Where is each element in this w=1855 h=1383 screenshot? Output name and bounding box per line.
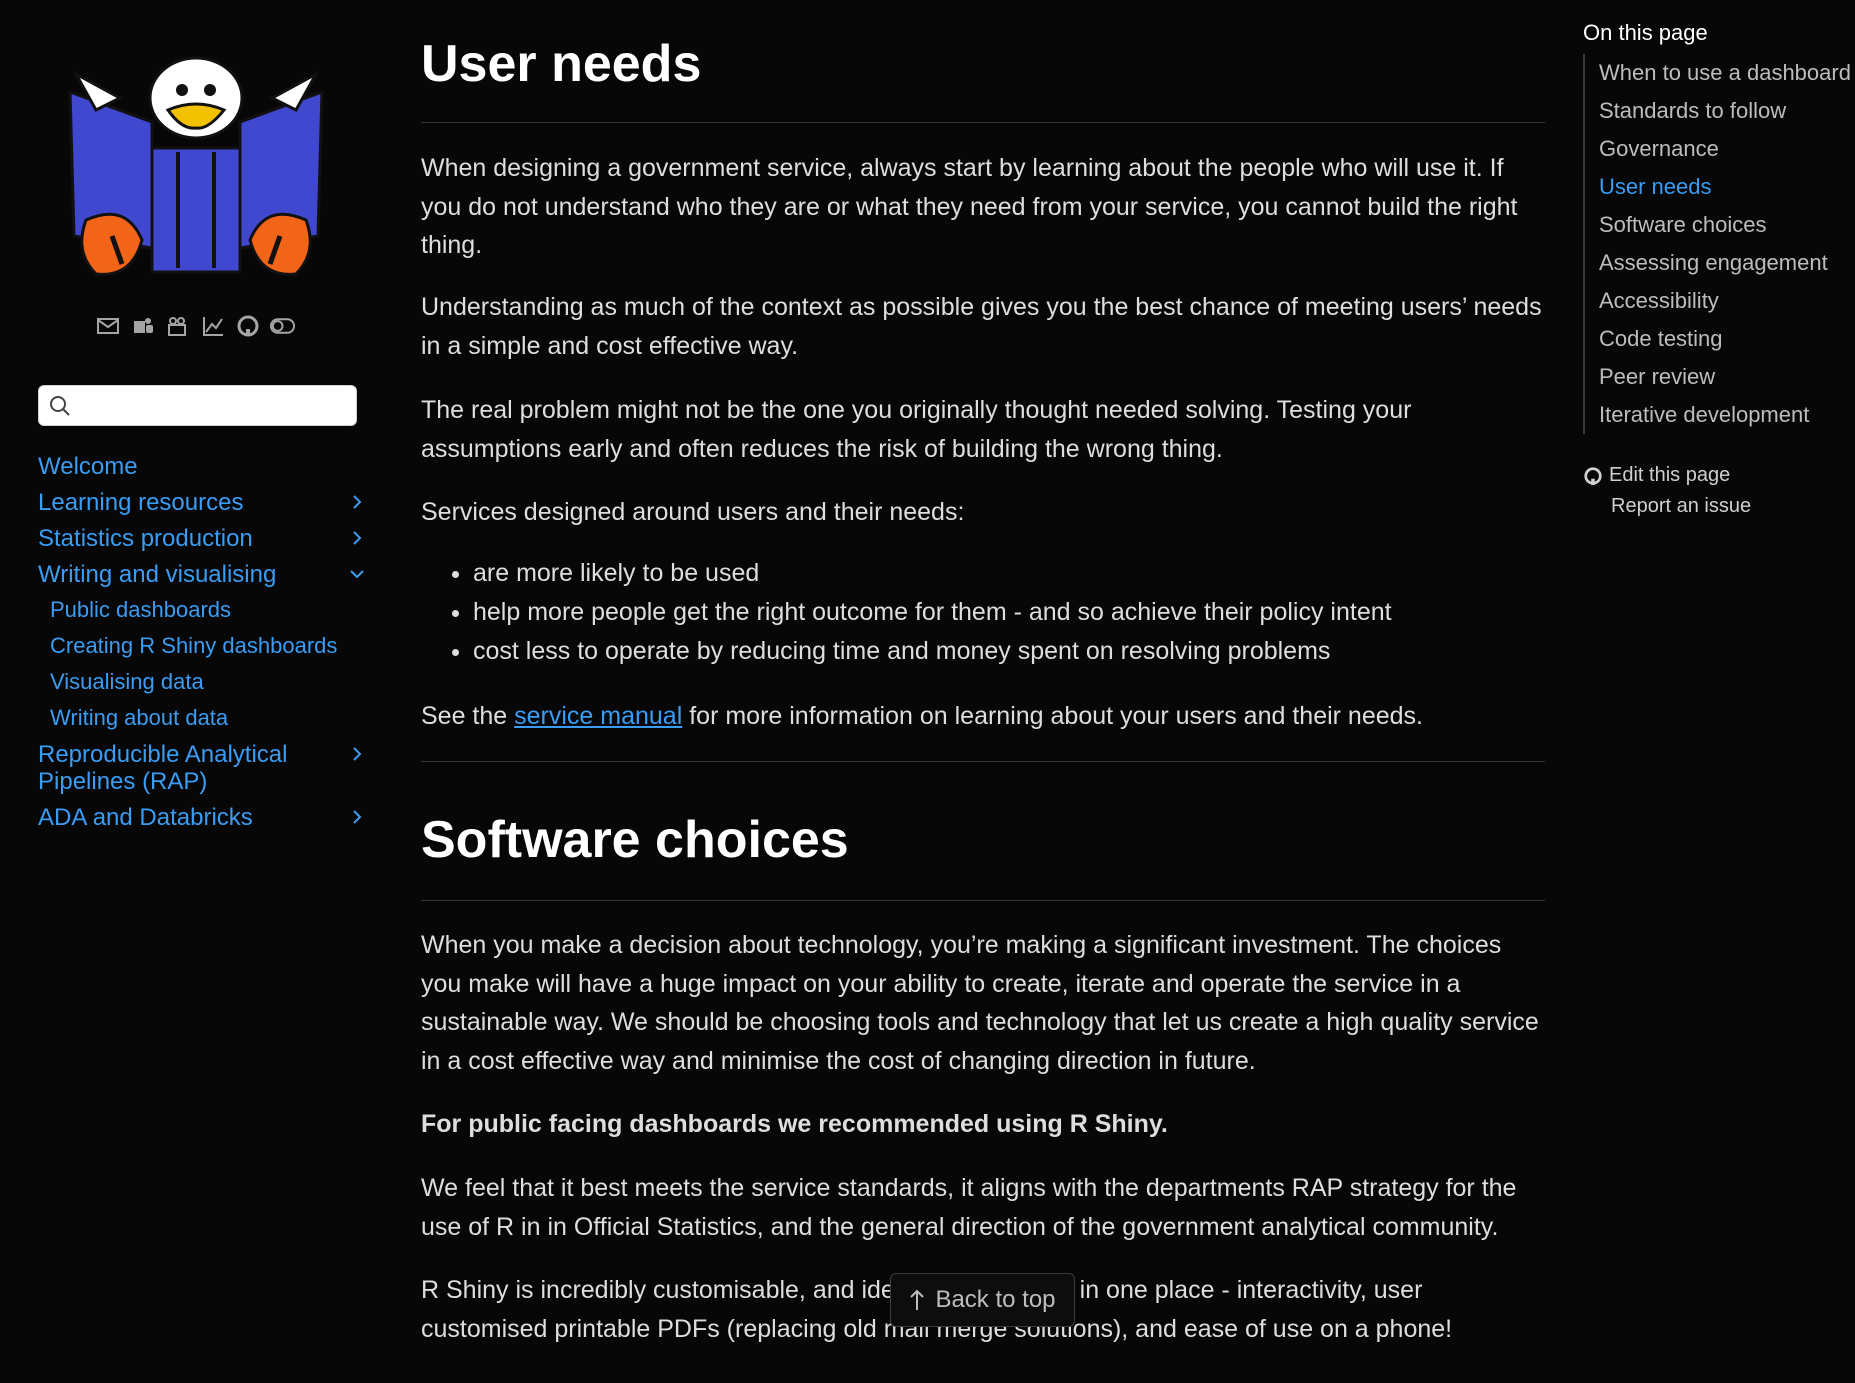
chevron-right-icon[interactable] <box>346 491 368 513</box>
sidebar-item-label: Statistics production <box>38 525 253 552</box>
paragraph: For public facing dashboards we recommen… <box>421 1105 1545 1144</box>
service-manual-link[interactable]: service manual <box>514 702 682 730</box>
paragraph: Understanding as much of the context as … <box>421 293 1542 360</box>
toc-item[interactable]: Standards to follow <box>1599 92 1855 130</box>
chevron-down-icon[interactable] <box>346 563 368 585</box>
sidebar-subitem-writing-about-data[interactable]: Writing about data <box>50 705 368 731</box>
search-input[interactable] <box>79 387 356 424</box>
sidebar-item-label: Learning resources <box>38 489 244 516</box>
paragraph: When designing a government service, alw… <box>421 154 1518 259</box>
toc-item[interactable]: When to use a dashboard <box>1599 54 1855 92</box>
duck-reading-book-logo[interactable] <box>56 52 336 312</box>
video-icon[interactable] <box>165 313 190 338</box>
toc-item[interactable]: Assessing engagement <box>1599 244 1855 282</box>
divider <box>421 761 1545 762</box>
sidebar-item-writing-visualising[interactable]: Writing and visualising <box>38 561 368 588</box>
toc-list: When to use a dashboard Standards to fol… <box>1583 54 1855 434</box>
sidebar-subitem-creating-shiny[interactable]: Creating R Shiny dashboards <box>50 633 368 659</box>
sidebar-subnav: Public dashboards Creating R Shiny dashb… <box>50 597 368 731</box>
divider <box>421 900 1545 901</box>
report-issue-link[interactable]: Report an issue <box>1583 491 1855 522</box>
arrow-up-icon <box>910 1289 925 1310</box>
chevron-right-icon[interactable] <box>346 806 368 828</box>
sidebar-item-welcome[interactable]: Welcome <box>38 453 368 480</box>
toggle-icon[interactable] <box>270 313 295 338</box>
chevron-right-icon[interactable] <box>346 743 368 765</box>
divider <box>421 122 1545 123</box>
bold-text: For public facing dashboards we recommen… <box>421 1110 1168 1138</box>
toc-item[interactable]: Peer review <box>1599 358 1855 396</box>
list-item: are more likely to be used <box>473 554 1545 593</box>
chart-icon[interactable] <box>200 313 225 338</box>
sidebar-subitem-visualising-data[interactable]: Visualising data <box>50 669 368 695</box>
section-title-software-choices: Software choices <box>421 811 849 869</box>
toc-item-active[interactable]: User needs <box>1599 168 1855 206</box>
sidebar-item-label: Reproducible Analytical Pipelines (RAP) <box>38 741 288 795</box>
paragraph: When you make a decision about technolog… <box>421 931 1539 1075</box>
sidebar-subitem-public-dashboards[interactable]: Public dashboards <box>50 597 368 623</box>
toc-item[interactable]: Accessibility <box>1599 282 1855 320</box>
social-icons <box>95 313 295 338</box>
back-to-top-button[interactable]: Back to top <box>890 1273 1075 1327</box>
toc-item[interactable]: Iterative development <box>1599 396 1855 434</box>
edit-page-link[interactable]: Edit this page <box>1583 460 1855 491</box>
sidebar-item-learning-resources[interactable]: Learning resources <box>38 489 368 516</box>
sidebar-item-rap[interactable]: Reproducible Analytical Pipelines (RAP) <box>38 741 368 795</box>
envelope-icon[interactable] <box>95 313 120 338</box>
github-icon[interactable] <box>235 313 260 338</box>
back-to-top-label: Back to top <box>935 1286 1056 1313</box>
list-item: help more people get the right outcome f… <box>473 593 1545 632</box>
text: for more information on learning about y… <box>682 702 1423 730</box>
sidebar-item-ada[interactable]: ADA and Databricks <box>38 804 368 831</box>
text: See the <box>421 702 515 730</box>
table-of-contents: On this page When to use a dashboard Sta… <box>1583 20 1855 522</box>
teams-icon[interactable] <box>130 313 155 338</box>
bullet-list: are more likely to be used help more peo… <box>421 554 1545 671</box>
sidebar-item-label: Writing and visualising <box>38 561 277 588</box>
sidebar: Welcome Learning resources Statistics pr… <box>0 0 400 1383</box>
toc-item[interactable]: Software choices <box>1599 206 1855 244</box>
sidebar-item-statistics-production[interactable]: Statistics production <box>38 525 368 552</box>
toc-item[interactable]: Governance <box>1599 130 1855 168</box>
paragraph: Services designed around users and their… <box>421 498 965 526</box>
paragraph: See the service manual for more informat… <box>421 697 1545 736</box>
chevron-right-icon[interactable] <box>346 527 368 549</box>
toc-actions: Edit this page Report an issue <box>1583 460 1855 522</box>
toc-item[interactable]: Code testing <box>1599 320 1855 358</box>
sidebar-item-label: ADA and Databricks <box>38 804 253 831</box>
sidebar-nav: Welcome Learning resources Statistics pr… <box>38 453 368 840</box>
section-title-user-needs: User needs <box>421 35 702 93</box>
sidebar-item-label: Welcome <box>38 453 138 480</box>
edit-page-label: Edit this page <box>1609 464 1731 486</box>
paragraph: The real problem might not be the one yo… <box>421 396 1412 463</box>
paragraph: We feel that it best meets the service s… <box>421 1174 1517 1241</box>
search-icon <box>50 395 70 416</box>
github-icon <box>1584 466 1602 485</box>
list-item: cost less to operate by reducing time an… <box>473 632 1545 671</box>
toc-title: On this page <box>1583 20 1708 45</box>
search-box[interactable] <box>38 385 357 426</box>
